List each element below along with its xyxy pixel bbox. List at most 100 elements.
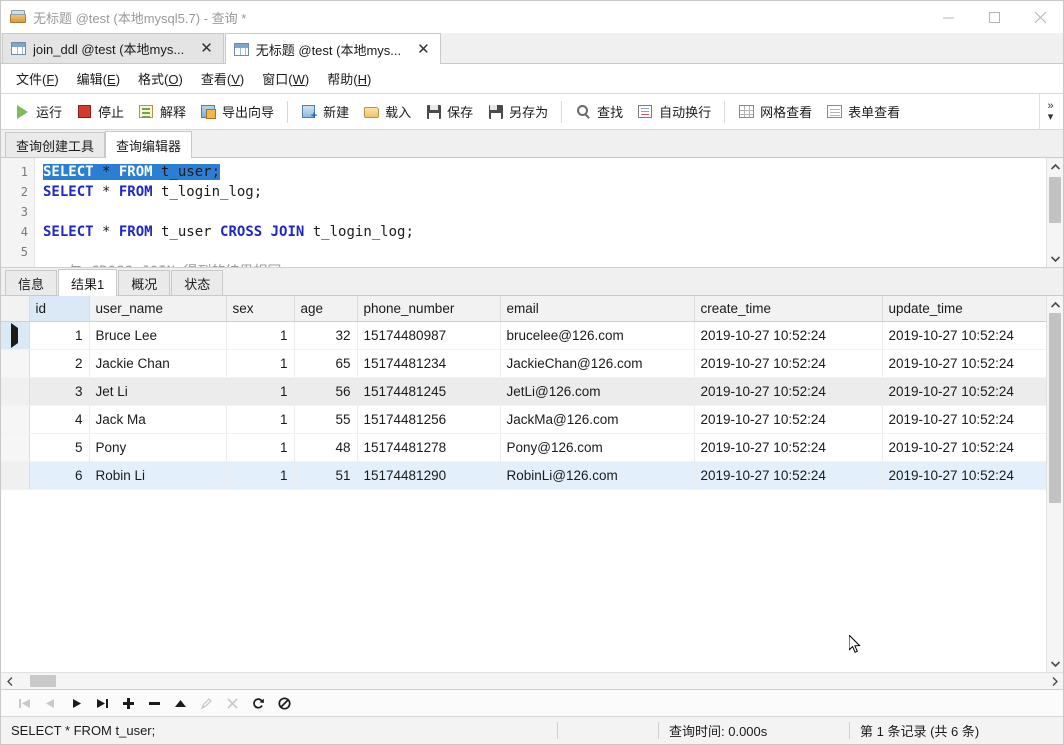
cell-email[interactable]: JackieChan@126.com — [500, 349, 695, 378]
cell-create_time[interactable]: 2019-10-27 10:52:24 — [694, 461, 883, 490]
maximize-icon[interactable] — [971, 1, 1017, 33]
find-button[interactable]: 查找 — [568, 98, 630, 126]
delete-record-icon[interactable] — [141, 691, 167, 715]
tab-status[interactable]: 状态 — [171, 270, 224, 295]
tab-query-editor[interactable]: 查询编辑器 — [105, 131, 193, 158]
scroll-down-icon[interactable] — [1047, 655, 1063, 672]
table-row[interactable]: 3 Jet Li 1 56 15174481245 JetLi@126.com … — [1, 377, 1046, 406]
cell-user_name[interactable]: Jackie Chan — [89, 349, 227, 378]
column-header-id[interactable]: id — [29, 296, 90, 322]
document-tab-close-icon[interactable]: ✕ — [198, 41, 215, 56]
export-wizard-button[interactable]: 导出向导 — [193, 98, 281, 126]
menu-file[interactable]: 文件(F) — [7, 65, 68, 92]
cell-id[interactable]: 3 — [29, 377, 90, 406]
cell-sex[interactable]: 1 — [226, 321, 295, 350]
form-view-button[interactable]: 表单查看 — [819, 98, 907, 126]
refresh-icon[interactable] — [245, 691, 271, 715]
tab-result1[interactable]: 结果1 — [58, 269, 118, 296]
first-record-icon[interactable] — [11, 691, 37, 715]
cell-phone_number[interactable]: 15174480987 — [357, 321, 501, 350]
table-row[interactable]: 1 Bruce Lee 1 32 15174480987 brucelee@12… — [1, 321, 1046, 350]
cell-id[interactable]: 4 — [29, 405, 90, 434]
cell-create_time[interactable]: 2019-10-27 10:52:24 — [694, 405, 883, 434]
cell-id[interactable]: 6 — [29, 461, 90, 490]
editor-code-area[interactable]: SELECT * FROM t_user; SELECT * FROM t_lo… — [35, 158, 1046, 267]
cell-create_time[interactable]: 2019-10-27 10:52:24 — [694, 377, 883, 406]
load-button[interactable]: 载入 — [356, 98, 418, 126]
cell-age[interactable]: 65 — [294, 349, 358, 378]
result-grid-scroll-area[interactable]: id user_name sex age phone_number email … — [1, 296, 1046, 672]
cell-phone_number[interactable]: 15174481245 — [357, 377, 501, 406]
sql-editor[interactable]: 1 2 3 4 5 6 SELECT * FROM t_user; SELECT… — [1, 158, 1063, 268]
toolbar-overflow-button[interactable]: » ▾ — [1039, 94, 1061, 130]
document-tab-untitled[interactable]: 无标题 @test (本地mys... ✕ — [224, 33, 441, 64]
scroll-up-icon[interactable] — [1047, 296, 1063, 313]
cell-sex[interactable]: 1 — [226, 461, 295, 490]
cell-age[interactable]: 48 — [294, 433, 358, 462]
cell-update_time[interactable]: 2019-10-27 10:52:24 — [882, 433, 1046, 462]
menu-window[interactable]: 窗口(W) — [253, 65, 318, 92]
row-indicator[interactable] — [1, 433, 30, 462]
grid-scroll-track[interactable] — [1047, 313, 1063, 655]
table-row[interactable]: 4 Jack Ma 1 55 15174481256 JackMa@126.co… — [1, 405, 1046, 434]
scroll-up-icon[interactable] — [1047, 158, 1063, 175]
minimize-icon[interactable] — [925, 1, 971, 33]
cell-user_name[interactable]: Jack Ma — [89, 405, 227, 434]
scroll-right-icon[interactable] — [1046, 673, 1063, 689]
cell-update_time[interactable]: 2019-10-27 10:52:24 — [882, 461, 1046, 490]
word-wrap-button[interactable]: 自动换行 — [630, 98, 718, 126]
cell-update_time[interactable]: 2019-10-27 10:52:24 — [882, 321, 1046, 350]
cell-create_time[interactable]: 2019-10-27 10:52:24 — [694, 349, 883, 378]
column-header-update_time[interactable]: update_time — [882, 296, 1046, 322]
column-header-sex[interactable]: sex — [226, 296, 295, 322]
tab-profile[interactable]: 概况 — [118, 270, 171, 295]
cell-sex[interactable]: 1 — [226, 349, 295, 378]
previous-record-icon[interactable] — [37, 691, 63, 715]
document-tab-join-ddl[interactable]: join_ddl @test (本地mys... ✕ — [2, 33, 224, 63]
menu-format[interactable]: 格式(O) — [129, 65, 192, 92]
run-button[interactable]: 运行 — [7, 98, 69, 126]
next-record-icon[interactable] — [63, 691, 89, 715]
column-header-phone_number[interactable]: phone_number — [357, 296, 501, 322]
cell-age[interactable]: 51 — [294, 461, 358, 490]
menu-help[interactable]: 帮助(H) — [318, 65, 380, 92]
cell-age[interactable]: 55 — [294, 405, 358, 434]
cell-user_name[interactable]: Bruce Lee — [89, 321, 227, 350]
cell-update_time[interactable]: 2019-10-27 10:52:24 — [882, 405, 1046, 434]
cell-email[interactable]: Pony@126.com — [500, 433, 695, 462]
cell-user_name[interactable]: Jet Li — [89, 377, 227, 406]
cell-update_time[interactable]: 2019-10-27 10:52:24 — [882, 349, 1046, 378]
cell-phone_number[interactable]: 15174481290 — [357, 461, 501, 490]
tab-messages[interactable]: 信息 — [5, 270, 58, 295]
row-indicator[interactable] — [1, 461, 30, 490]
cell-age[interactable]: 32 — [294, 321, 358, 350]
add-record-icon[interactable] — [115, 691, 141, 715]
new-query-button[interactable]: 新建 — [294, 98, 356, 126]
grid-horizontal-scrollbar[interactable] — [1, 672, 1063, 689]
cell-create_time[interactable]: 2019-10-27 10:52:24 — [694, 321, 883, 350]
row-indicator[interactable] — [1, 349, 30, 378]
apply-change-icon[interactable] — [167, 691, 193, 715]
column-header-create_time[interactable]: create_time — [694, 296, 883, 322]
menu-view[interactable]: 查看(V) — [192, 65, 253, 92]
cell-age[interactable]: 56 — [294, 377, 358, 406]
cell-user_name[interactable]: Pony — [89, 433, 227, 462]
cell-id[interactable]: 5 — [29, 433, 90, 462]
grid-view-button[interactable]: 网格查看 — [731, 98, 819, 126]
cell-phone_number[interactable]: 15174481234 — [357, 349, 501, 378]
grid-vertical-scrollbar[interactable] — [1046, 296, 1063, 672]
close-icon[interactable] — [1017, 1, 1063, 33]
stop-button[interactable]: 停止 — [69, 98, 131, 126]
explain-button[interactable]: 解释 — [131, 98, 193, 126]
editor-scroll-track[interactable] — [1047, 175, 1063, 250]
cell-email[interactable]: JackMa@126.com — [500, 405, 695, 434]
cell-sex[interactable]: 1 — [226, 377, 295, 406]
cell-create_time[interactable]: 2019-10-27 10:52:24 — [694, 433, 883, 462]
column-header-email[interactable]: email — [500, 296, 695, 322]
editor-vertical-scrollbar[interactable] — [1046, 158, 1063, 267]
table-row[interactable]: 6 Robin Li 1 51 15174481290 RobinLi@126.… — [1, 461, 1046, 490]
grid-scroll-thumb[interactable] — [1049, 313, 1061, 503]
row-indicator[interactable] — [1, 405, 30, 434]
cell-id[interactable]: 2 — [29, 349, 90, 378]
discard-change-icon[interactable] — [219, 691, 245, 715]
